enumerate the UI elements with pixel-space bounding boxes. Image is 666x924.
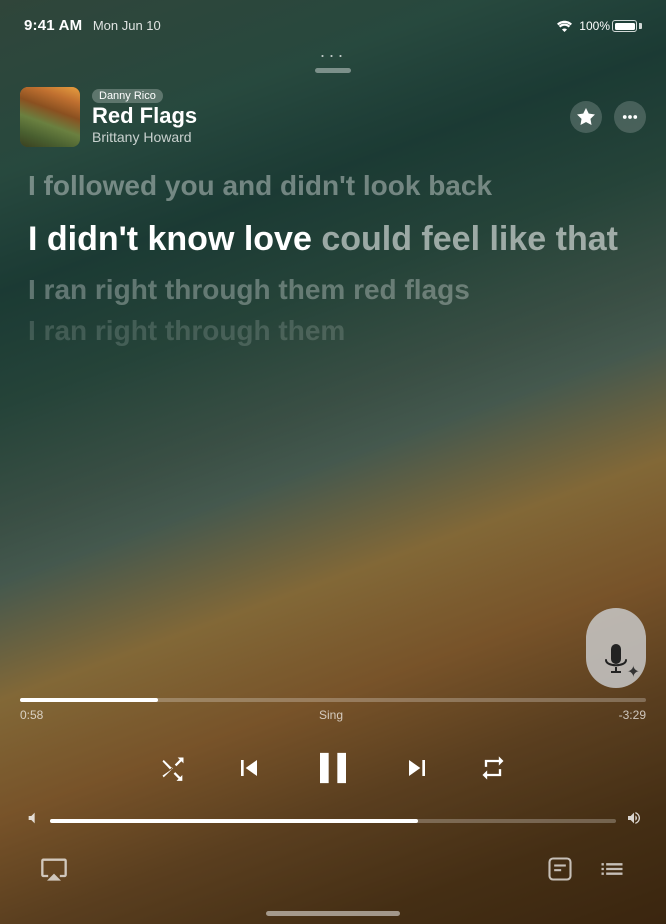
status-right-icons: 100%: [556, 19, 642, 33]
wifi-icon: [556, 20, 573, 33]
album-info: Danny Rico Red Flags Brittany Howard: [20, 87, 197, 147]
bottom-bar: [0, 843, 666, 911]
star-button[interactable]: [570, 101, 602, 133]
progress-area: 0:58 Sing -3:29: [0, 698, 666, 726]
sparkle-icon: ✦: [627, 662, 640, 682]
top-handle-area: ···: [0, 44, 666, 77]
now-playing-header: Danny Rico Red Flags Brittany Howard: [0, 77, 666, 157]
header-actions: [570, 101, 646, 133]
status-bar: 9:41 AM Mon Jun 10 100%: [0, 0, 666, 44]
volume-fill: [50, 819, 418, 823]
lyric-line-3: I ran right through them red flags: [28, 271, 638, 309]
play-pause-button[interactable]: [305, 740, 361, 796]
progress-fill: [20, 698, 158, 702]
drag-handle[interactable]: [315, 68, 351, 73]
time-elapsed: 0:58: [20, 708, 43, 722]
album-art: [20, 87, 80, 147]
lyric-highlight: I didn't know love: [28, 220, 321, 258]
battery-indicator: 100%: [579, 19, 642, 33]
shuffle-button[interactable]: [153, 748, 193, 788]
track-title: Red Flags: [92, 104, 197, 128]
mic-toggle-button[interactable]: ✦: [586, 608, 646, 688]
sing-label: Sing: [319, 708, 343, 722]
next-button[interactable]: [397, 748, 437, 788]
progress-bar[interactable]: [20, 698, 646, 702]
lyric-line-1: I followed you and didn't look back: [28, 167, 638, 205]
progress-times: 0:58 Sing -3:29: [20, 708, 646, 722]
time-remaining: -3:29: [619, 708, 646, 722]
lyrics-button[interactable]: [542, 851, 578, 887]
more-button[interactable]: [614, 101, 646, 133]
home-indicator: [0, 911, 666, 924]
more-dots: ···: [320, 46, 347, 64]
status-time-date: 9:41 AM Mon Jun 10: [24, 17, 161, 35]
home-bar: [266, 911, 400, 916]
track-details: Danny Rico Red Flags Brittany Howard: [92, 89, 197, 145]
lyric-line-4: I ran right through them: [28, 312, 638, 350]
track-user-row: Danny Rico: [92, 89, 197, 103]
volume-slider[interactable]: [50, 819, 616, 823]
playback-controls: [0, 726, 666, 806]
status-date: Mon Jun 10: [93, 18, 161, 33]
right-actions: [542, 851, 630, 887]
previous-button[interactable]: [229, 748, 269, 788]
track-artist: Brittany Howard: [92, 129, 197, 145]
lyrics-area: I followed you and didn't look back I di…: [0, 157, 666, 698]
airplay-button[interactable]: [36, 851, 72, 887]
user-badge: Danny Rico: [92, 89, 163, 103]
repeat-button[interactable]: [473, 748, 513, 788]
lyric-dim: could feel like that: [321, 220, 618, 258]
status-time: 9:41 AM: [24, 17, 82, 34]
queue-button[interactable]: [594, 851, 630, 887]
volume-low-icon: [24, 810, 40, 831]
volume-area: [0, 806, 666, 843]
volume-high-icon: [626, 810, 642, 831]
lyric-line-2-active: I didn't know love could feel like that: [28, 217, 638, 263]
